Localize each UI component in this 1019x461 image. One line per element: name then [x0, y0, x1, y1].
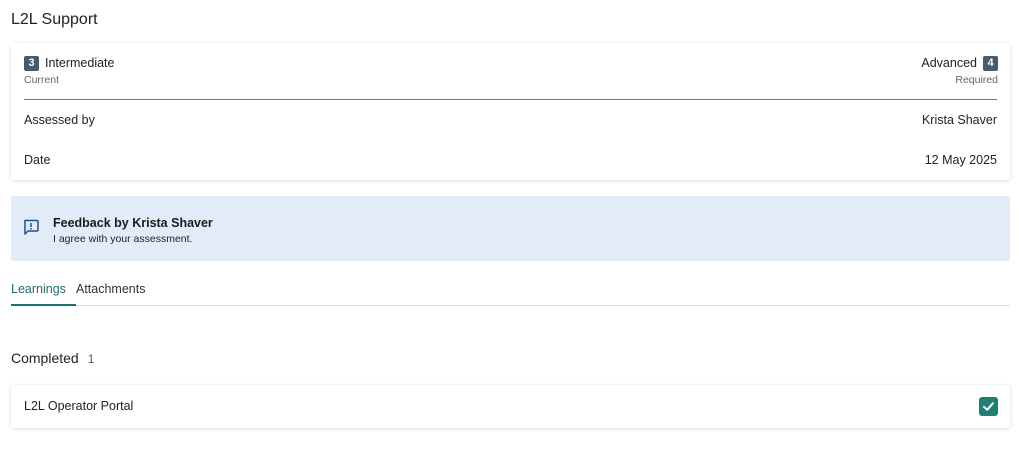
current-level: 3 Intermediate Current [24, 55, 114, 86]
learning-item-name: L2L Operator Portal [24, 399, 134, 413]
feedback-text: I agree with your assessment. [53, 233, 193, 245]
list-item[interactable]: L2L Operator Portal [11, 385, 1010, 428]
completed-checkbox[interactable] [979, 397, 998, 416]
date-row: Date 12 May 2025 [24, 153, 997, 167]
page-title: L2L Support [11, 11, 98, 28]
required-level-badge: 4 [983, 55, 998, 71]
feedback-title: Feedback by Krista Shaver [53, 216, 213, 230]
page: L2L Support 3 Intermediate Current Advan… [0, 0, 1019, 461]
feedback-banner: Feedback by Krista Shaver I agree with y… [11, 196, 1010, 261]
tab-bar: Learnings Attachments [11, 280, 1010, 306]
level-card: 3 Intermediate Current Advanced 4 Requir… [11, 43, 1010, 180]
tab-attachments[interactable]: Attachments [76, 282, 145, 306]
comment-alert-icon [23, 219, 39, 235]
current-level-badge: 3 [24, 55, 39, 71]
current-level-caption: Current [24, 74, 60, 86]
assessed-by-value: Krista Shaver [921, 113, 997, 127]
assessed-by-row: Assessed by Krista Shaver [24, 113, 997, 127]
date-label: Date [24, 153, 51, 167]
assessed-by-label: Assessed by [24, 113, 95, 127]
required-level-name: Advanced [921, 56, 977, 70]
completed-heading-label: Completed [11, 350, 79, 366]
current-level-name: Intermediate [45, 56, 115, 70]
completed-section-heading: Completed 1 [11, 350, 94, 366]
required-level-caption: Required [955, 74, 998, 86]
date-value: 12 May 2025 [924, 153, 997, 167]
checkmark-icon [983, 402, 994, 411]
level-divider [24, 99, 997, 100]
required-level: Advanced 4 Required [921, 55, 998, 86]
tab-learnings[interactable]: Learnings [11, 282, 76, 306]
completed-count: 1 [87, 352, 95, 366]
